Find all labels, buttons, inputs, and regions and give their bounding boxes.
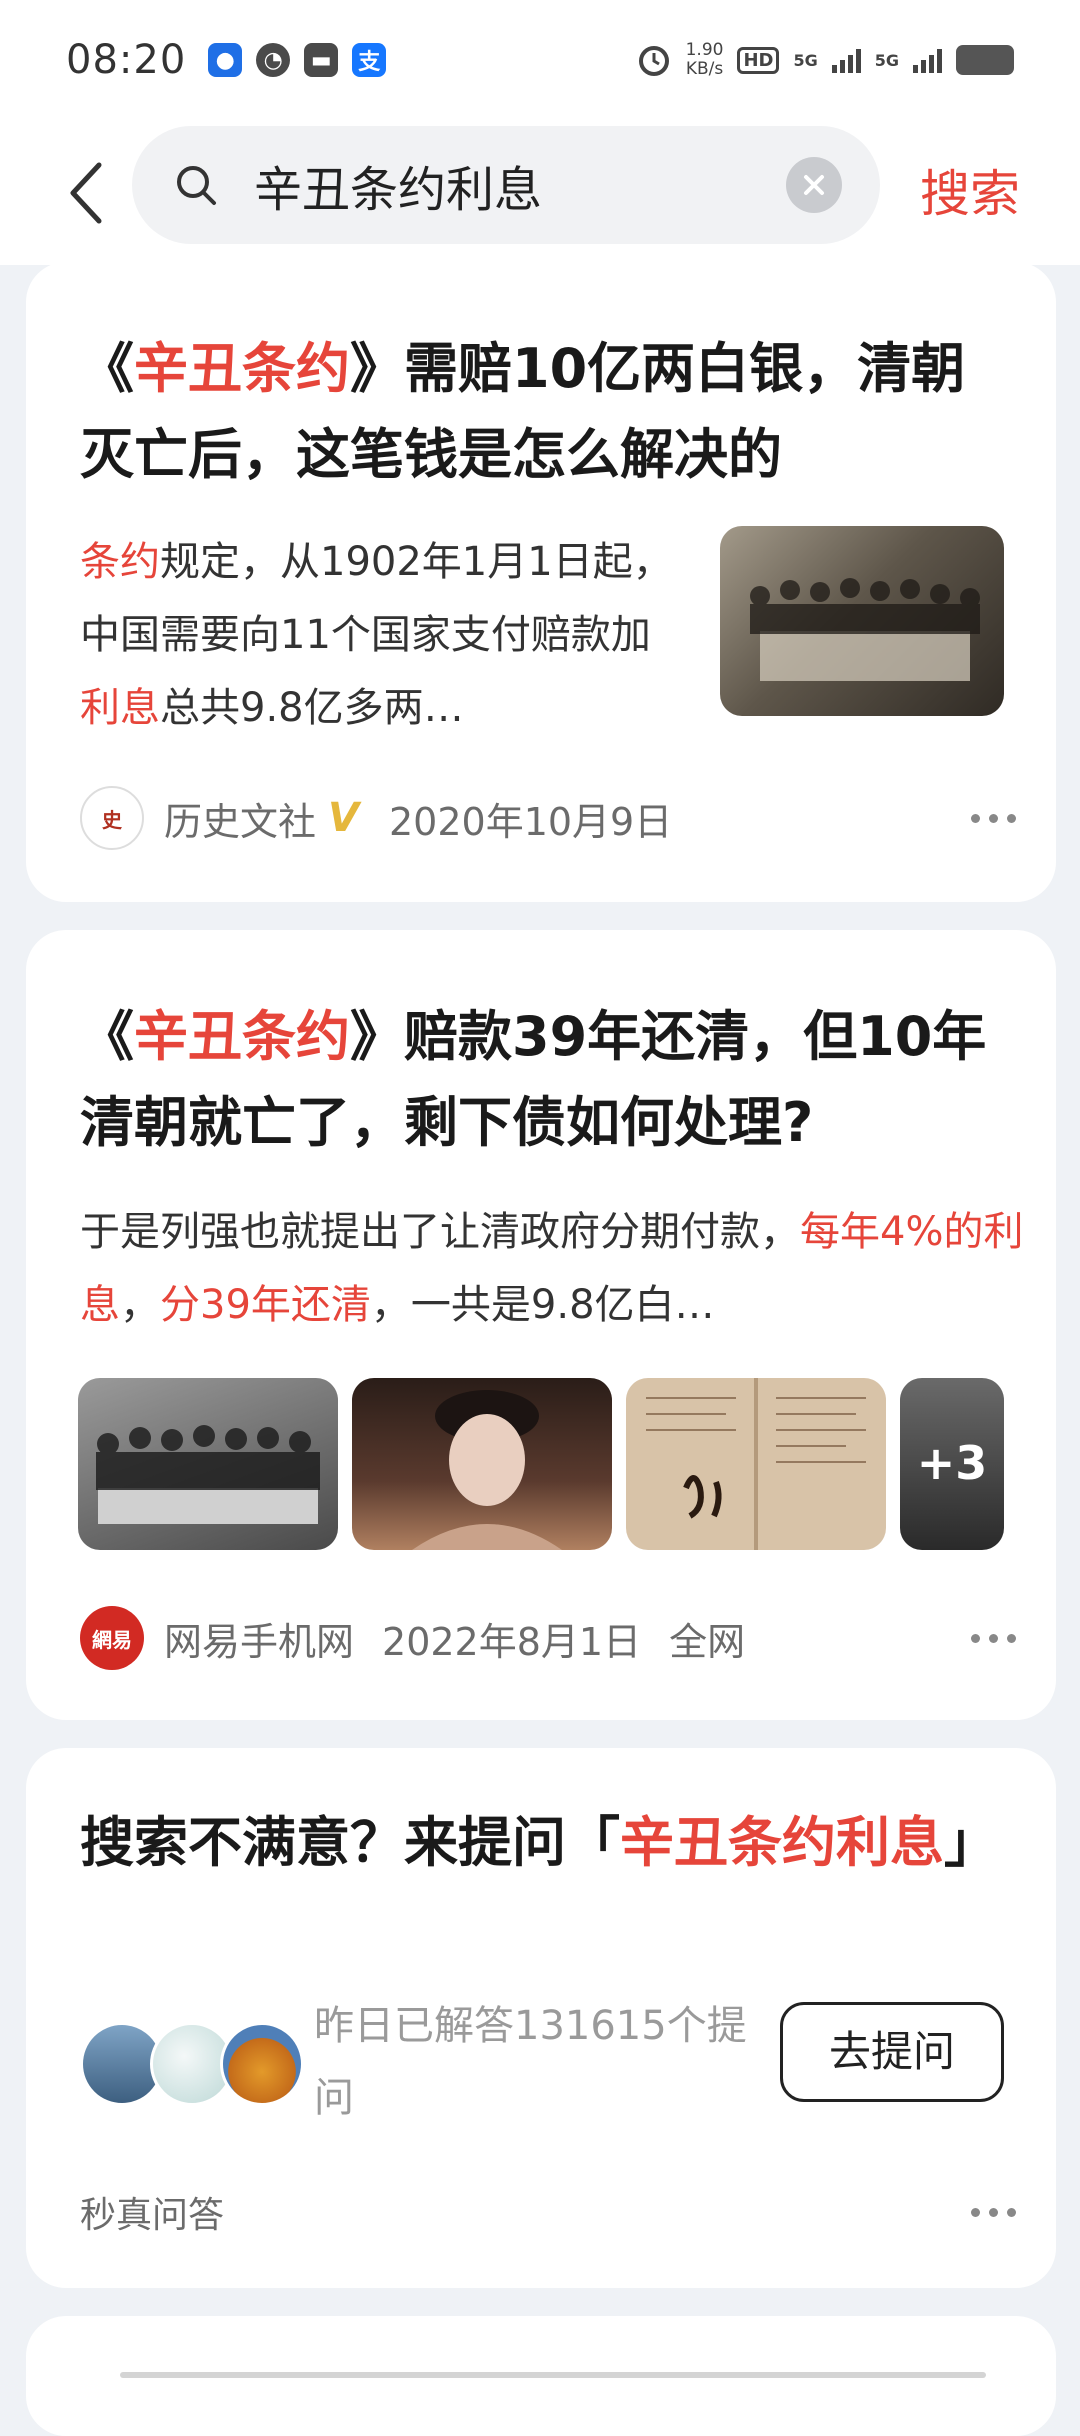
clear-search-button[interactable] xyxy=(786,157,842,213)
ask-title: 搜索不满意？来提问「辛丑条约利息」 xyxy=(80,1811,998,1874)
status-bar: 08:20 ● ◔ ▬ 支 1.90 KB/s HD 5G 5G xyxy=(0,0,1080,120)
alarm-icon xyxy=(638,46,669,76)
back-button[interactable] xyxy=(48,153,122,233)
ask-card-footer: 秒真问答 xyxy=(80,2186,1016,2238)
avatar xyxy=(220,2022,304,2106)
result-snippet: 于是列强也就提出了让清政府分期付款，每年4%的利息，分39年还清，一共是9.8亿… xyxy=(80,1209,1024,1328)
result-scope: 全网 xyxy=(669,1619,746,1664)
hd-indicator: HD xyxy=(737,46,780,74)
signal-label-2: 5G xyxy=(874,50,899,70)
status-app-icons: ● ◔ ▬ 支 xyxy=(208,43,387,77)
answered-count-text: 昨日已解答131615个提问 xyxy=(314,2003,747,2121)
result-card[interactable]: 《辛丑条约》赔款39年还清，但10年清朝就亡了，剩下债如何处理? 于是列强也就提… xyxy=(26,930,1056,1720)
result-card[interactable]: 《辛丑条约》需赔10亿两白银，清朝灭亡后，这笔钱是怎么解决的 条约规定，从190… xyxy=(26,262,1056,902)
battery-icon xyxy=(956,45,1014,75)
search-button[interactable]: 搜索 xyxy=(920,154,1020,226)
result-thumbnail-image[interactable] xyxy=(720,526,1004,716)
search-header: 搜索 xyxy=(0,120,1080,265)
result-snippet: 条约规定，从1902年1月1日起，中国需要向11个国家支付赔款加利息总共9.8亿… xyxy=(80,539,673,731)
ask-question-card: 搜索不满意？来提问「辛丑条约利息」 昨日已解答131615个提问 去提问 秒真问… xyxy=(26,1748,1056,2288)
network-speed: 1.90 KB/s xyxy=(685,40,724,79)
more-images-count: +3 xyxy=(916,1436,988,1490)
result-title[interactable]: 《辛丑条约》赔款39年还清，但10年清朝就亡了，剩下债如何处理? xyxy=(80,994,1002,1166)
source-logo-icon: 史 xyxy=(80,786,144,850)
search-input[interactable] xyxy=(254,157,734,213)
source-logo-icon: 網易 xyxy=(80,1606,144,1670)
document-photo-image xyxy=(646,1378,866,1550)
alipay-icon: 支 xyxy=(352,43,387,77)
source-name[interactable]: 网易手机网 xyxy=(164,1611,354,1666)
more-options-button[interactable] xyxy=(971,813,1016,823)
result-image-3[interactable] xyxy=(626,1378,886,1550)
result-date: 2020年10月9日 xyxy=(388,799,673,844)
ask-question-button[interactable]: 去提问 xyxy=(780,2002,1004,2102)
signal-label-1: 5G xyxy=(793,50,818,70)
result-title[interactable]: 《辛丑条约》需赔10亿两白银，清朝灭亡后，这笔钱是怎么解决的 xyxy=(80,326,1002,498)
portrait-photo-image xyxy=(412,1390,562,1550)
next-result-card[interactable] xyxy=(26,2316,1056,2436)
message-app-icon: ▬ xyxy=(304,43,339,77)
status-time: 08:20 xyxy=(66,37,187,83)
result-meta: 網易 网易手机网 2022年8月1日 全网 xyxy=(80,1606,1016,1670)
meeting-photo-image xyxy=(750,578,980,681)
signal-bars-2-icon xyxy=(913,47,942,73)
result-image-1[interactable] xyxy=(78,1378,338,1550)
location-app-icon: ● xyxy=(208,43,243,77)
close-icon xyxy=(804,175,824,195)
meeting-photo-image xyxy=(96,1425,320,1524)
image-strip-placeholder xyxy=(120,2372,986,2378)
chevron-left-icon xyxy=(70,162,102,223)
answerer-avatars xyxy=(80,2022,320,2106)
result-image-2[interactable] xyxy=(352,1378,612,1550)
more-options-button[interactable] xyxy=(971,2207,1016,2217)
footer-source[interactable]: 秒真问答 xyxy=(80,2186,224,2238)
signal-bars-1-icon xyxy=(831,47,861,73)
verified-badge: V xyxy=(328,795,359,841)
source-name[interactable]: 历史文社 xyxy=(164,791,316,846)
search-icon xyxy=(177,166,216,205)
more-images-button[interactable]: +3 xyxy=(900,1378,1004,1550)
more-options-button[interactable] xyxy=(971,1633,1016,1643)
result-meta: 史 历史文社 V 2020年10月9日 xyxy=(80,786,1016,850)
result-date: 2022年8月1日 xyxy=(382,1619,642,1664)
search-box[interactable] xyxy=(132,126,880,244)
speed-app-icon: ◔ xyxy=(256,43,291,77)
